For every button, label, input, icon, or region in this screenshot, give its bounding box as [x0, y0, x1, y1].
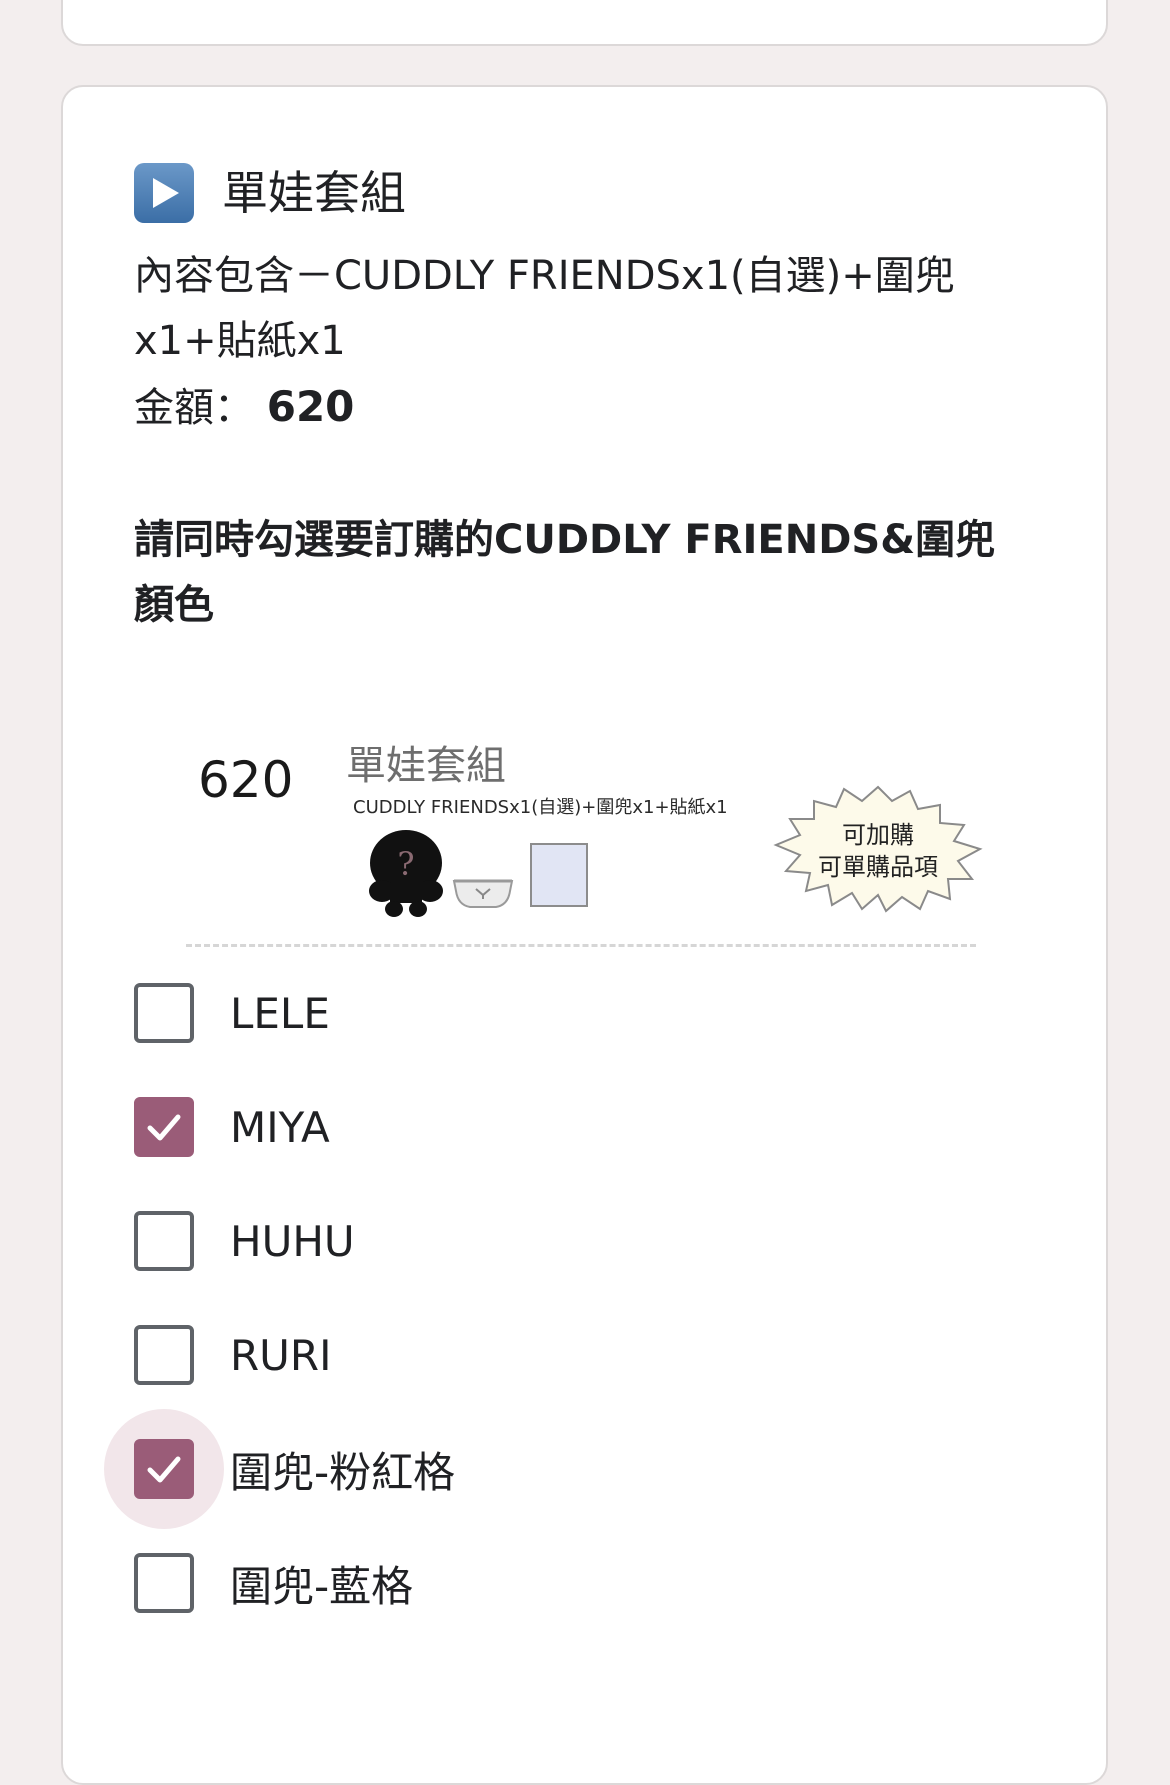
option-lele[interactable]: LELE: [134, 956, 455, 1070]
option-bib-pink-plaid[interactable]: 圍兜-粉紅格: [104, 1409, 456, 1529]
image-subtitle: CUDDLY FRIENDSx1(自選)+圍兜x1+貼紙x1: [353, 797, 728, 818]
option-label-miya: MIYA: [230, 1102, 330, 1152]
option-label-bib-blue-plaid: 圍兜-藍格: [230, 1561, 414, 1611]
option-label-bib-pink-plaid: 圍兜-粉紅格: [230, 1447, 456, 1497]
price-label: 金額：: [134, 385, 254, 431]
play-button-icon: [134, 163, 194, 223]
option-label-lele: LELE: [230, 988, 330, 1038]
price-value: 620: [266, 382, 355, 431]
product-image: 620 單娃套組 CUDDLY FRIENDSx1(自選)+圍兜x1+貼紙x1 …: [176, 705, 1002, 953]
badge-text: 可加購 可單購品項: [768, 819, 988, 883]
selection-instruction: 請同時勾選要訂購的CUDDLY FRIENDS&圍兜顏色: [134, 517, 996, 628]
section-description: 內容包含－CUDDLY FRIENDSx1(自選)+圍兜x1+貼紙x1 金額： …: [134, 244, 1034, 441]
check-icon: [147, 1114, 181, 1141]
checkbox-bib-pink-plaid[interactable]: [134, 1439, 194, 1499]
option-miya[interactable]: MIYA: [134, 1070, 455, 1184]
price-line: 金額： 620: [134, 374, 1034, 441]
option-label-ruri: RURI: [230, 1330, 332, 1380]
checkbox-bib-blue-plaid[interactable]: [134, 1553, 194, 1613]
checkbox-ruri[interactable]: [134, 1325, 194, 1385]
image-price: 620: [198, 751, 294, 809]
badge-line-addon: 可加購: [842, 821, 914, 849]
checkbox-lele[interactable]: [134, 983, 194, 1043]
bib-icon: [452, 877, 514, 915]
option-ruri[interactable]: RURI: [134, 1298, 455, 1412]
image-title: 單娃套組: [346, 743, 506, 789]
section-title-row: 單娃套組: [134, 162, 406, 224]
option-list: LELE MIYA HUHU RURI 圍兜-粉紅格 圍兜-藍格: [104, 956, 456, 1640]
option-label-huhu: HUHU: [230, 1216, 355, 1266]
previous-card: [61, 0, 1108, 46]
contents-text: 內容包含－CUDDLY FRIENDSx1(自選)+圍兜x1+貼紙x1: [134, 253, 955, 364]
option-huhu[interactable]: HUHU: [134, 1184, 455, 1298]
sticker-icon: [530, 843, 588, 907]
badge-line-single: 可單購品項: [818, 853, 938, 881]
option-bib-blue-plaid[interactable]: 圍兜-藍格: [134, 1526, 455, 1640]
dashed-divider: [186, 944, 976, 947]
checkbox-huhu[interactable]: [134, 1211, 194, 1271]
section-title: 單娃套組: [222, 166, 406, 220]
doll-question-mark: ?: [397, 845, 414, 883]
checkbox-miya[interactable]: [134, 1097, 194, 1157]
add-on-badge: 可加購 可單購品項: [768, 783, 988, 913]
check-icon: [147, 1456, 181, 1483]
mystery-doll-icon: ?: [366, 827, 450, 923]
